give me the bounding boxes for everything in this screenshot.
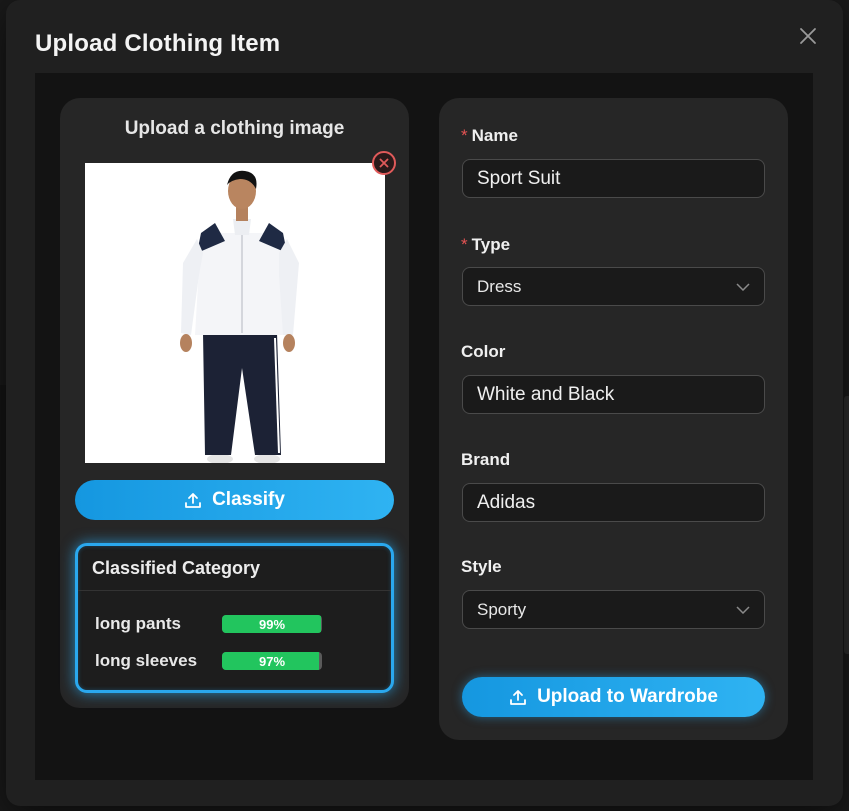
chevron-down-icon — [736, 605, 750, 614]
classified-category-panel: Classified Category long pants 99% long … — [75, 543, 394, 693]
classification-row: long sleeves 97% — [95, 650, 322, 672]
remove-image-button[interactable] — [372, 151, 396, 175]
upload-icon — [185, 493, 201, 508]
name-label: * Name — [461, 126, 518, 145]
upload-button-label: Upload to Wardrobe — [537, 686, 718, 707]
classify-button[interactable]: Classify — [75, 480, 394, 520]
upload-to-wardrobe-button[interactable]: Upload to Wardrobe — [462, 677, 765, 717]
classification-label: long pants — [95, 614, 181, 633]
required-marker: * — [461, 126, 468, 145]
clothing-photo — [85, 163, 385, 463]
type-select-value: Dress — [477, 276, 522, 296]
style-label: Style — [461, 557, 502, 576]
type-select[interactable]: Dress — [462, 267, 765, 306]
remove-image-icon — [379, 158, 389, 168]
clothing-image-preview — [85, 163, 385, 463]
modal-title: Upload Clothing Item — [35, 30, 281, 57]
style-select-value: Sporty — [477, 599, 527, 619]
image-upload-card: Upload a clothing image Classify Classif… — [60, 98, 409, 708]
confidence-percent: 97% — [258, 653, 286, 669]
close-button[interactable] — [794, 22, 822, 50]
clothing-details-form: * Name Sport Suit * Type Dress Color White… — [439, 98, 788, 740]
brand-label: Brand — [461, 450, 511, 469]
modal-body: Upload a clothing image Classify Classif… — [35, 73, 813, 780]
close-icon — [800, 28, 816, 44]
style-select[interactable]: Sporty — [462, 590, 765, 629]
confidence-percent: 99% — [258, 616, 286, 632]
color-label: Color — [461, 342, 506, 361]
backdrop-scrollbar[interactable] — [844, 396, 849, 654]
color-input[interactable]: White and Black — [462, 375, 765, 414]
type-label: * Type — [461, 235, 511, 254]
confidence-bar: 97% — [222, 652, 322, 670]
chevron-down-icon — [736, 282, 750, 291]
brand-input[interactable]: Adidas — [462, 483, 765, 522]
confidence-bar: 99% — [222, 615, 322, 633]
required-marker: * — [461, 235, 468, 254]
classification-row: long pants 99% — [95, 613, 322, 635]
upload-icon — [510, 690, 526, 705]
classification-label: long sleeves — [95, 651, 198, 670]
name-input[interactable]: Sport Suit — [462, 159, 765, 198]
upload-title: Upload a clothing image — [124, 118, 345, 139]
classified-category-title: Classified Category — [78, 546, 391, 591]
upload-clothing-modal: Upload Clothing Item Upload a clothing i… — [6, 0, 843, 806]
classify-button-label: Classify — [212, 489, 285, 510]
